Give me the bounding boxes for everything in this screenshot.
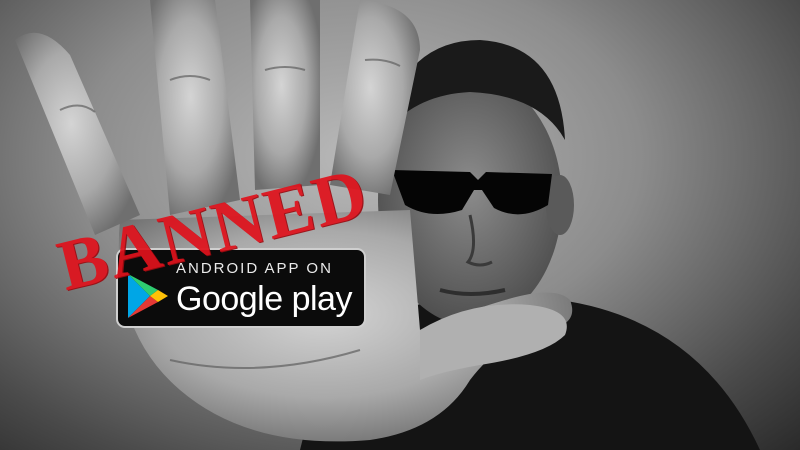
google-play-badge: ANDROID APP ON Google play (116, 248, 366, 328)
badge-title-text: Google play (176, 280, 352, 318)
google-play-icon (128, 274, 168, 318)
stop-hand-photo (15, 0, 760, 450)
badge-eyebrow-text: ANDROID APP ON (176, 260, 333, 277)
photo-scene: ANDROID APP ON Google play BANNED (0, 0, 800, 450)
